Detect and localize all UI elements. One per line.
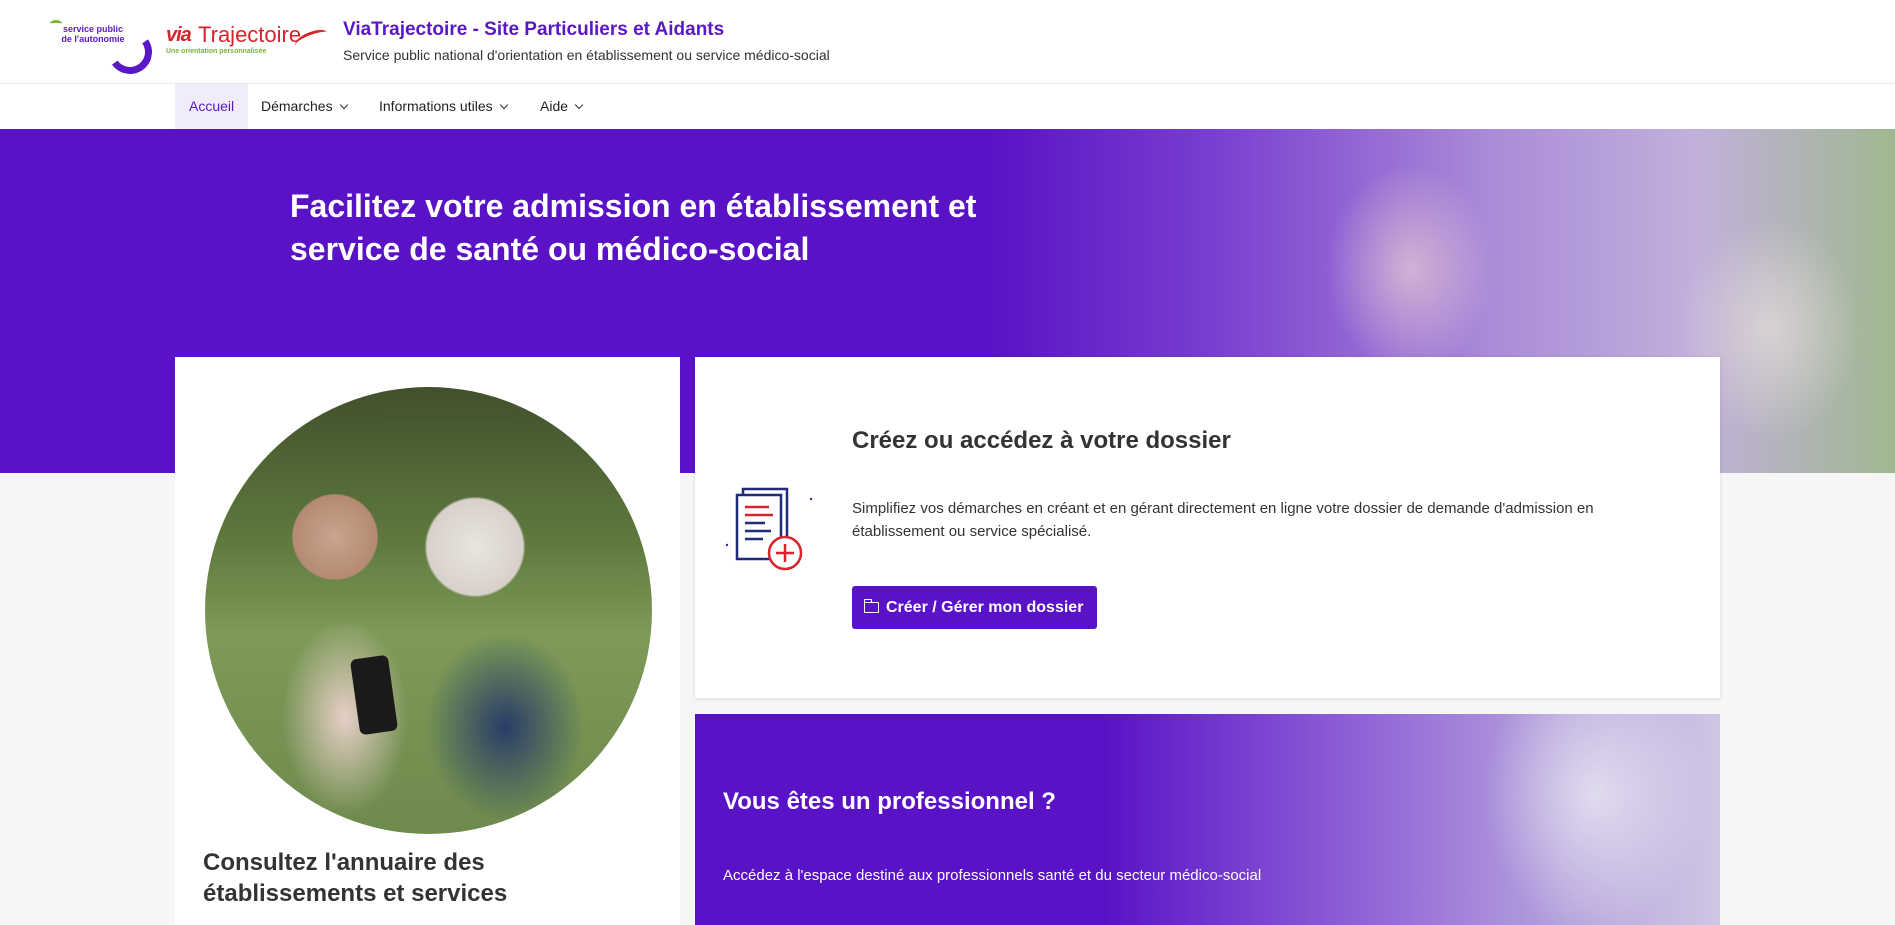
nav-item-accueil[interactable]: Accueil	[175, 84, 249, 129]
nav-item-informations-utiles[interactable]: Informations utiles	[365, 84, 521, 129]
dossier-title: Créez ou accédez à votre dossier	[852, 427, 1231, 454]
site-subtitle: Service public national d'orientation en…	[343, 47, 830, 63]
chevron-down-icon	[339, 100, 348, 110]
pro-title: Vous êtes un professionnel ?	[723, 788, 1056, 815]
folder-icon	[863, 599, 879, 613]
phone-shape	[349, 654, 399, 736]
annuaire-card[interactable]: Consultez l'annuaire des établissements …	[175, 357, 680, 925]
logo-via-text: via	[166, 24, 192, 46]
dossier-description: Simplifiez vos démarches en créant et en…	[852, 500, 1594, 540]
annuaire-photo	[205, 387, 652, 834]
create-manage-dossier-button[interactable]: Créer / Gérer mon dossier	[852, 586, 1097, 629]
logo-trajectoire-text: Trajectoire	[198, 22, 302, 47]
logo-tagline: Une orientation personnalisée	[166, 48, 267, 55]
nav-item-demarches[interactable]: Démarches	[247, 84, 361, 129]
dossier-card: Créez ou accédez à votre dossier Simplif…	[695, 357, 1720, 698]
pro-description: Accédez à l'espace destiné aux professio…	[723, 867, 1262, 884]
nav-item-label: Informations utiles	[379, 98, 493, 114]
nav-item-aide[interactable]: Aide	[526, 84, 596, 129]
button-label: Créer / Gérer mon dossier	[886, 599, 1084, 616]
site-title[interactable]: ViaTrajectoire - Site Particuliers et Ai…	[343, 19, 724, 41]
nav-item-label: Aide	[540, 98, 569, 114]
main-nav: Accueil Démarches Informations utiles Ai…	[0, 84, 1895, 129]
document-add-icon	[725, 487, 813, 571]
hero-title: Facilitez votre admission en établisseme…	[290, 188, 977, 267]
professional-card[interactable]: Vous êtes un professionnel ? Accédez à l…	[695, 714, 1720, 925]
site-header: service public de l'autonomie via Trajec…	[0, 0, 1895, 84]
chevron-down-icon	[574, 100, 584, 110]
nav-item-label: Accueil	[189, 98, 235, 114]
viatrajectoire-logo[interactable]: via Trajectoire Une orientation personna…	[166, 20, 330, 60]
chevron-down-icon	[499, 100, 508, 110]
nav-item-label: Démarches	[261, 98, 333, 114]
service-public-autonomie-logo[interactable]: service public de l'autonomie	[48, 18, 156, 78]
annuaire-title[interactable]: Consultez l'annuaire des établissements …	[203, 847, 643, 909]
